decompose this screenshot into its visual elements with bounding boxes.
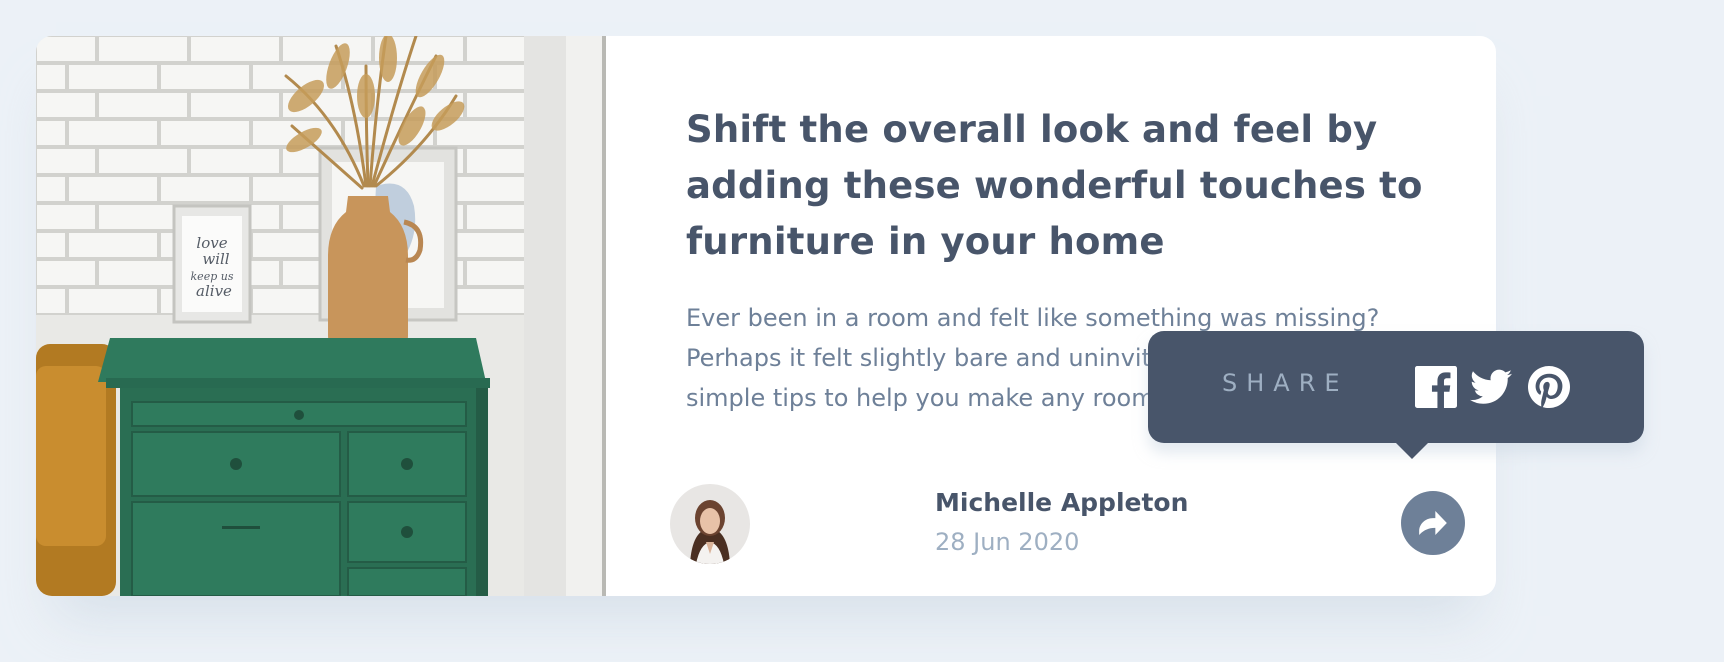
article-card: love will keep us alive Shift the overal… xyxy=(36,36,1496,596)
article-image: love will keep us alive xyxy=(36,36,606,596)
share-tooltip: SHARE xyxy=(1148,331,1644,459)
article-title: Shift the overall look and feel by addin… xyxy=(686,108,1423,263)
avatar xyxy=(670,484,750,564)
svg-text:will: will xyxy=(202,250,229,268)
share-button[interactable] xyxy=(1401,491,1465,555)
share-icon xyxy=(1419,511,1447,535)
facebook-icon[interactable] xyxy=(1415,366,1457,408)
publish-date: 28 Jun 2020 xyxy=(935,528,1080,556)
svg-text:alive: alive xyxy=(196,282,232,300)
pinterest-icon[interactable] xyxy=(1528,366,1570,408)
twitter-icon[interactable] xyxy=(1470,366,1512,408)
share-label: SHARE xyxy=(1222,369,1349,397)
author-name: Michelle Appleton xyxy=(935,488,1189,517)
